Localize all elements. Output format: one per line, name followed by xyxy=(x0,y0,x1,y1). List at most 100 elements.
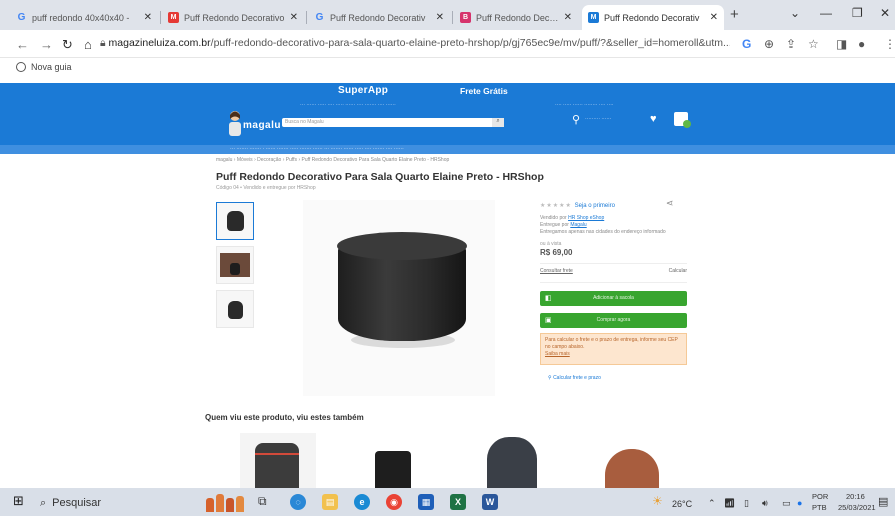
cart-icon: ▣ xyxy=(545,317,552,324)
chrome-icon[interactable]: ◉ xyxy=(386,494,402,510)
menu-icon[interactable]: ⋮ xyxy=(884,37,895,51)
minimize-icon[interactable]: — xyxy=(820,6,832,20)
network-icon[interactable]: 📶︎ xyxy=(724,498,735,509)
category-links[interactable]: ··· ······· ······· · ······ ······· ···… xyxy=(230,146,404,152)
alert-link[interactable]: Saiba mais xyxy=(545,351,570,357)
search-bar[interactable]: Busca no Magalu ⌕ xyxy=(282,118,504,127)
address-bar-row: ← → ↻ ⌂ 🔒︎ magazineluiza.com.br/puff-red… xyxy=(0,30,895,58)
word-icon[interactable]: W xyxy=(482,494,498,510)
add-to-bag-button[interactable]: ◧ Adicionar à sacola xyxy=(540,291,687,306)
thumbnail-1[interactable] xyxy=(216,202,254,240)
battery-icon[interactable]: ▯ xyxy=(744,498,749,509)
shipping-calc-link[interactable]: Calcular xyxy=(669,268,687,274)
profile-icon[interactable]: ● xyxy=(858,37,865,51)
close-icon[interactable]: ✕ xyxy=(564,12,572,23)
related-product-image xyxy=(487,437,537,489)
bookmark-new-guide[interactable]: Nova guia xyxy=(16,62,72,72)
language-bottom[interactable]: PTB xyxy=(812,503,827,512)
forward-icon[interactable]: → xyxy=(40,37,53,52)
url-field[interactable]: 🔒︎ magazineluiza.com.br/puff-redondo-dec… xyxy=(100,37,730,50)
rating-stars[interactable]: ★★★★★ Seja o primeiro xyxy=(540,202,615,209)
close-icon[interactable]: ✕ xyxy=(436,12,444,23)
sidebar-icon[interactable]: ◨ xyxy=(836,37,847,51)
related-product-4[interactable] xyxy=(603,433,661,489)
heart-icon[interactable]: ♥ xyxy=(650,113,657,125)
thumbnail-3[interactable] xyxy=(216,290,254,328)
header-account-links[interactable]: ···· ····· ······ ········ ···· ···· xyxy=(555,102,614,108)
tab-5-active[interactable]: M Puff Redondo Decorativ ✕ xyxy=(582,5,724,30)
store-icon[interactable]: ▦ xyxy=(418,494,434,510)
share-icon[interactable]: ⋖ xyxy=(666,198,674,209)
superapp-banner[interactable]: SuperApp xyxy=(338,85,388,96)
breadcrumb[interactable]: magalu › Móveis › Decoração › Puffs › Pu… xyxy=(216,157,449,163)
google-lens-icon[interactable]: G xyxy=(742,37,751,51)
rating-link[interactable]: Seja o primeiro xyxy=(575,203,615,209)
zoom-icon[interactable]: ⊕ xyxy=(764,37,774,51)
related-product-2[interactable] xyxy=(373,433,413,489)
weather-temp[interactable]: 26°C xyxy=(672,499,692,509)
price-label: ou à vista xyxy=(540,241,562,247)
close-icon[interactable]: ✕ xyxy=(144,12,152,23)
taskbar-search[interactable]: ⌕ Pesquisar xyxy=(40,493,190,513)
related-product-1[interactable] xyxy=(240,433,316,489)
buy-now-button[interactable]: ▣ Comprar agora xyxy=(540,313,687,328)
clock-date[interactable]: 25/03/2021 xyxy=(838,503,876,512)
reload-icon[interactable]: ↻ xyxy=(62,37,73,53)
shipping-label[interactable]: Consultar frete xyxy=(540,268,573,274)
back-icon[interactable]: ← xyxy=(16,37,29,52)
close-icon[interactable]: ✕ xyxy=(290,12,298,23)
delivery-link[interactable]: Magalu xyxy=(570,222,586,228)
thumbnail-2[interactable] xyxy=(216,246,254,284)
cloud-icon[interactable]: ● xyxy=(797,498,802,508)
weather-icon[interactable]: ☀ xyxy=(652,494,663,508)
related-product-stripe xyxy=(255,453,299,455)
header-top-links[interactable]: ··· ······ ····· ···· ····· ······ ···· … xyxy=(300,102,396,108)
cep-link-label: Calcular frete e prazo xyxy=(553,375,601,381)
cortana-icon[interactable]: ◌ xyxy=(290,494,306,510)
search-icon[interactable]: ⌕ xyxy=(492,118,504,127)
edge-icon[interactable]: e xyxy=(354,494,370,510)
category-nav: ··· ······· ······· · ······ ······· ···… xyxy=(0,145,895,154)
cep-calc-link[interactable]: ⚲ Calcular frete e prazo xyxy=(548,375,601,381)
display-icon[interactable]: ▭ xyxy=(782,498,791,509)
alert-text: Para calcular o frete e o prazo de entre… xyxy=(545,337,678,350)
seller-link[interactable]: HR Shop eShop xyxy=(568,215,604,221)
location-pin-icon[interactable]: ⚲ xyxy=(572,113,580,126)
close-window-icon[interactable]: ✕ xyxy=(880,6,890,20)
related-product-3[interactable] xyxy=(485,433,539,489)
language-top[interactable]: POR xyxy=(812,492,828,501)
product-main-image[interactable] xyxy=(303,200,495,396)
clock-time[interactable]: 20:16 xyxy=(846,492,865,501)
related-product-image xyxy=(375,451,411,489)
tab-4[interactable]: B Puff Redondo Decorativ ✕ xyxy=(454,5,578,30)
location-text[interactable]: ········· ······ xyxy=(585,116,611,122)
magalu-logo[interactable]: magalu xyxy=(243,120,281,131)
seller-prefix: Vendido por xyxy=(540,215,567,221)
home-icon[interactable]: ⌂ xyxy=(84,37,92,52)
windows-start-icon[interactable]: ⊞ xyxy=(13,493,24,509)
tab-2[interactable]: M Puff Redondo Decorativo ✕ xyxy=(162,5,304,30)
tab-3[interactable]: G Puff Redondo Decorativ ✕ xyxy=(308,5,450,30)
maximize-icon[interactable]: ❐ xyxy=(852,6,863,20)
delivery-note: Entregamos apenas nas cidades do endereç… xyxy=(540,229,666,235)
excel-icon[interactable]: X xyxy=(450,494,466,510)
tab-divider xyxy=(306,11,307,24)
promo-banner[interactable]: Frete Grátis xyxy=(460,86,508,96)
tab-divider xyxy=(160,11,161,24)
share-icon[interactable]: ⇪ xyxy=(786,37,796,51)
lu-avatar xyxy=(229,111,241,136)
star-icon[interactable]: ☆ xyxy=(808,37,819,51)
tray-chevron-icon[interactable]: ⌃ xyxy=(708,498,716,509)
close-icon[interactable]: ✕ xyxy=(710,12,718,23)
file-explorer-icon[interactable]: ▤ xyxy=(322,494,338,510)
cart-icon[interactable] xyxy=(674,112,691,128)
cep-alert: Para calcular o frete e o prazo de entre… xyxy=(540,333,687,365)
notification-icon[interactable]: ▤ xyxy=(878,495,888,508)
volume-icon[interactable]: 🔊︎ xyxy=(762,498,768,509)
product-subtitle: Código 04 • Vendido e entregue por HRSho… xyxy=(216,185,316,191)
widgets-icon[interactable] xyxy=(202,490,246,514)
tab-1[interactable]: G puff redondo 40x40x40 - ✕ xyxy=(10,5,158,30)
task-view-icon[interactable]: ⧉ xyxy=(258,494,267,509)
tab-search-icon[interactable]: ⌄ xyxy=(790,6,800,20)
new-tab-icon[interactable]: + xyxy=(730,6,739,23)
